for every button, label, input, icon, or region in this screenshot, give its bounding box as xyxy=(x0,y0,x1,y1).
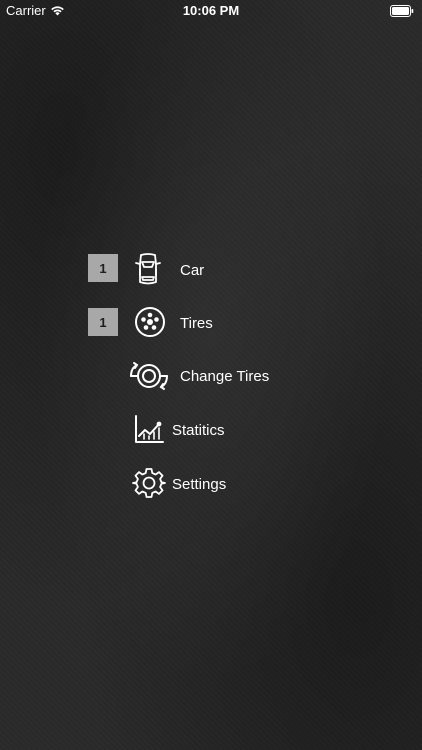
menu-item-statistics-label: Statitics xyxy=(172,422,225,439)
menu-item-tires[interactable]: 1 Tires xyxy=(88,302,238,342)
change-tires-icon xyxy=(130,362,168,390)
gear-icon xyxy=(132,468,166,498)
car-icon xyxy=(135,253,161,285)
menu-item-settings-label: Settings xyxy=(172,476,227,493)
menu-item-statistics[interactable]: Statitics xyxy=(132,410,282,450)
menu-item-change-tires-label: Change Tires xyxy=(180,368,270,385)
menu-item-settings[interactable]: Settings xyxy=(132,464,282,504)
tire-icon xyxy=(135,307,165,337)
main-menu: 1 Car 1 Tires Change Tires Statitics Set… xyxy=(0,0,422,750)
menu-item-tires-label: Tires xyxy=(180,315,213,332)
menu-item-change-tires[interactable]: Change Tires xyxy=(128,356,288,396)
tires-count-badge: 1 xyxy=(88,308,118,336)
car-count-badge: 1 xyxy=(88,254,118,282)
menu-item-car-label: Car xyxy=(180,262,205,279)
statistics-chart-icon xyxy=(135,415,164,443)
menu-item-car[interactable]: 1 Car xyxy=(88,250,238,290)
